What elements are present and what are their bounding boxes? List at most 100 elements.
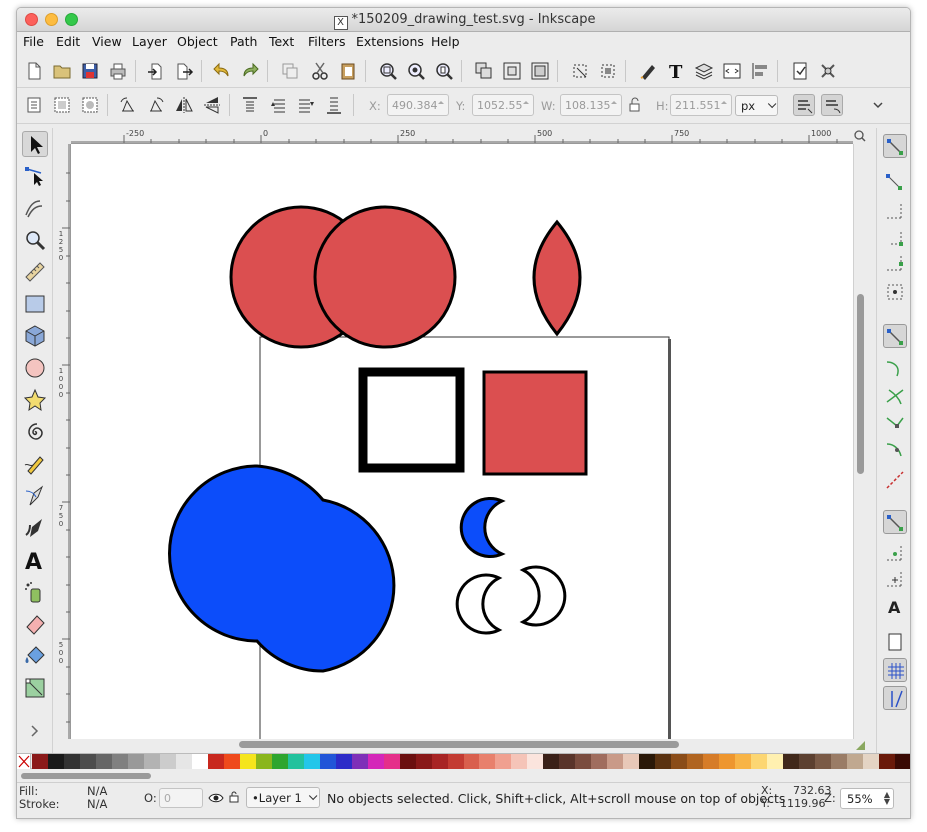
scale-stroke-icon[interactable] [793,94,815,116]
palette-swatch[interactable] [511,754,529,769]
import-icon[interactable] [145,60,167,82]
lower-icon[interactable] [295,94,317,116]
print-icon[interactable] [107,60,129,82]
calligraphy-tool-icon[interactable] [22,515,48,541]
w-field[interactable]: 108.135 [560,94,622,116]
palette-swatch[interactable] [383,754,401,769]
horizontal-scroll-thumb[interactable] [239,741,679,748]
palette-swatch[interactable] [895,754,910,769]
palette-swatch[interactable] [703,754,720,769]
palette-swatch[interactable] [559,754,576,769]
x-field[interactable]: 490.384 [387,94,449,116]
menu-extensions[interactable]: Extensions [356,34,424,49]
snap-bbox-edges-icon[interactable] [883,200,907,224]
paste-icon[interactable] [337,60,359,82]
menu-path[interactable]: Path [230,34,257,49]
layers-icon[interactable] [693,60,715,82]
stroke-value[interactable]: N/A [87,797,107,811]
selector-tool-icon[interactable] [22,131,48,157]
zoom-page-icon[interactable] [433,60,455,82]
rotate-ccw-icon[interactable] [117,94,139,116]
palette-swatch[interactable] [799,754,816,769]
palette-swatch[interactable] [63,754,81,769]
palette-swatch[interactable] [447,754,465,769]
palette-swatch[interactable] [335,754,353,769]
snap-nodes-icon[interactable] [883,324,907,348]
palette-swatch[interactable] [655,754,672,769]
palette-swatch[interactable] [879,754,896,769]
zoom-corner-icon[interactable] [853,128,867,144]
horizontal-scrollbar[interactable] [71,739,853,751]
palette-swatch[interactable] [607,754,624,769]
eraser-tool-icon[interactable] [22,611,48,637]
menu-filters[interactable]: Filters [308,34,345,49]
palette-swatch[interactable] [687,754,704,769]
palette-swatch[interactable] [32,754,49,769]
pencil-tool-icon[interactable] [22,451,48,477]
snap-text-baseline-icon[interactable]: A [883,594,907,618]
palette-swatch[interactable] [127,754,145,769]
align-distribute-icon[interactable] [749,60,771,82]
flip-vertical-icon[interactable] [201,94,223,116]
palette-swatch[interactable] [575,754,592,769]
rectangle-tool-icon[interactable] [22,291,48,317]
tweak-tool-icon[interactable] [22,195,48,221]
menu-object[interactable]: Object [177,34,218,49]
menu-edit[interactable]: Edit [56,34,80,49]
lower-to-bottom-icon[interactable] [323,94,345,116]
measure-tool-icon[interactable] [22,259,48,285]
node-edit-icon[interactable] [569,60,591,82]
redo-icon[interactable] [239,60,261,82]
ungroup-icon[interactable] [501,60,523,82]
group-icon[interactable] [473,60,495,82]
snap-smooth-nodes-icon[interactable] [883,438,907,462]
menu-layer[interactable]: Layer [132,34,167,49]
text-tool-icon[interactable]: A [22,547,48,573]
export-icon[interactable] [173,60,195,82]
snap-grid-icon[interactable] [883,658,907,682]
palette-swatch[interactable] [463,754,481,769]
palette-swatch[interactable] [543,754,560,769]
palette-swatch[interactable] [783,754,800,769]
palette-swatch[interactable] [143,754,161,769]
layer-lock-icon[interactable] [228,790,240,804]
eye-icon[interactable] [208,791,224,805]
palette-swatch[interactable] [399,754,417,769]
lock-icon[interactable] [624,94,640,116]
undo-icon[interactable] [211,60,233,82]
star-tool-icon[interactable] [22,387,48,413]
palette-swatch[interactable] [271,754,289,769]
palette-scroll-thumb[interactable] [21,773,151,779]
snap-others-icon[interactable] [883,510,907,534]
menu-help[interactable]: Help [431,34,460,49]
scale-corners-icon[interactable] [821,94,843,116]
new-document-icon[interactable] [23,60,45,82]
palette-swatch[interactable] [735,754,752,769]
snap-cusp-nodes-icon[interactable] [883,412,907,436]
duplicate-icon[interactable] [279,60,301,82]
fill-value[interactable]: N/A [87,784,107,798]
palette-swatch[interactable] [319,754,337,769]
palette-swatch[interactable] [367,754,385,769]
cut-icon[interactable] [309,60,331,82]
palette-swatch[interactable] [639,754,656,769]
expand-toolbox-icon[interactable] [22,718,48,744]
deselect-icon[interactable] [79,94,101,116]
gradient-tool-icon[interactable] [22,675,48,701]
palette-swatch[interactable] [159,754,177,769]
clone-icon[interactable] [529,60,551,82]
palette-swatch[interactable] [671,754,688,769]
resize-grip-icon[interactable] [853,739,867,751]
palette-swatch[interactable] [303,754,321,769]
unit-select[interactable]: px [735,95,778,116]
palette-swatch[interactable] [591,754,608,769]
palette-swatch[interactable] [431,754,449,769]
palette-swatch[interactable] [847,754,864,769]
palette-swatch[interactable] [863,754,880,769]
zoom-drawing-icon[interactable] [405,60,427,82]
snap-bbox-icon[interactable] [883,170,907,194]
document-properties-icon[interactable] [789,60,811,82]
transform-icon[interactable] [597,60,619,82]
spin-arrows-icon[interactable]: ▲ ▼ [884,791,890,806]
snap-bbox-center-icon[interactable] [883,280,907,304]
